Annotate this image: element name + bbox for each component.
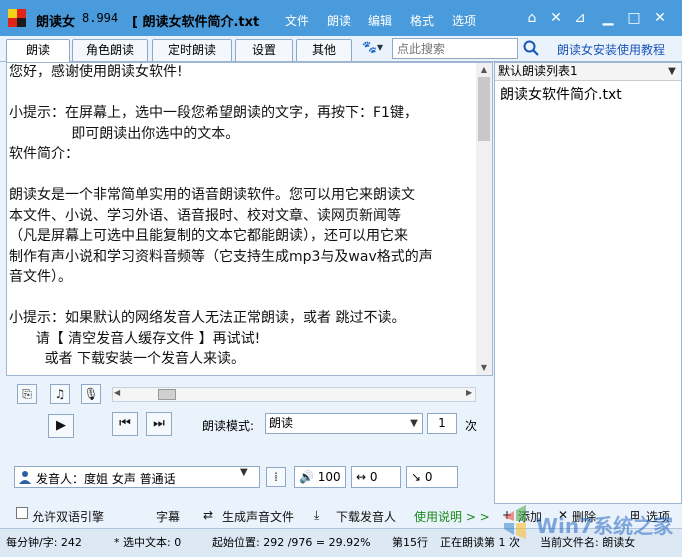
watermark-logo: Win7系统之家 (504, 505, 674, 539)
next-button[interactable]: ⏭ (146, 412, 172, 436)
slider-thumb[interactable] (158, 389, 176, 400)
pitch-value: 0 (424, 470, 433, 484)
download-voice-button[interactable]: 下载发音人 (336, 508, 396, 525)
user-icon (19, 471, 31, 484)
app-name: 朗读女 (36, 15, 76, 30)
scroll-down-icon[interactable]: ▼ (476, 361, 492, 375)
tab-other[interactable]: 其他 (296, 39, 352, 61)
repeat-count-input[interactable]: 1 (427, 413, 457, 434)
tab-timed-read[interactable]: 定时朗读 (152, 39, 232, 61)
gen-audio-button[interactable]: 生成声音文件 (222, 508, 294, 525)
tab-role-read[interactable]: 角色朗读 (72, 39, 148, 61)
music-note-icon[interactable]: ♫ (50, 384, 70, 404)
status-line: 第15行 (392, 536, 428, 549)
chevron-down-icon[interactable]: ▼ (240, 467, 248, 478)
search-icon[interactable] (523, 40, 539, 56)
menu-options[interactable]: 选项 (452, 12, 476, 29)
text-content[interactable]: 您好，感谢使用朗读女软件! 小提示：在屏幕上，选中一段您希望朗读的文字，再按下：… (9, 62, 473, 374)
tab-settings[interactable]: 设置 (235, 39, 293, 61)
slider-right-icon[interactable]: ▶ (466, 388, 472, 397)
svg-text:Win7系统之家: Win7系统之家 (536, 514, 674, 538)
document-title: [ 朗读女软件简介.txt (132, 15, 260, 30)
maximize-icon[interactable]: □ (626, 10, 642, 26)
paw-icon[interactable]: 🐾▾ (362, 40, 384, 58)
minimize-icon[interactable]: ▁ (600, 10, 616, 26)
play-button[interactable]: ▶ (48, 414, 74, 438)
mode-select[interactable]: 朗读 (265, 413, 423, 434)
help-link[interactable]: 使用说明 > > (414, 508, 490, 525)
close-icon[interactable]: ✕ (652, 10, 668, 26)
chevron-down-icon[interactable]: ▼ (406, 414, 422, 433)
voice-label: 发音人：度姐 女声 普通话 (36, 472, 176, 486)
microphone-icon[interactable]: 🎙 (81, 384, 101, 404)
status-selected: * 选中文本: 0 (114, 536, 182, 549)
playlist-selector[interactable]: 默认朗读列表1 (495, 63, 681, 81)
volume-icon: 🔊 (299, 470, 314, 484)
list-item[interactable]: 朗读女软件简介.txt (500, 84, 622, 104)
status-start-position: 起始位置: 292 /976 = 29.92% (212, 536, 371, 549)
playlist-pane (494, 62, 682, 504)
menu-format[interactable]: 格式 (410, 12, 434, 29)
tab-read[interactable]: 朗读 (6, 39, 70, 63)
app-logo-icon (8, 9, 26, 27)
pitch-field[interactable]: ↘ 0 (406, 466, 458, 488)
menu-edit[interactable]: 编辑 (368, 12, 392, 29)
tutorial-link[interactable]: 朗读女安装使用教程 (557, 41, 665, 58)
bilingual-checkbox[interactable] (16, 507, 28, 519)
tools-icon[interactable]: ✕ (548, 10, 564, 26)
repeat-unit-label: 次 (465, 419, 478, 433)
pin-icon[interactable]: ⊿ (572, 10, 588, 26)
home-icon[interactable]: ⌂ (524, 10, 540, 26)
bilingual-label: 允许双语引擎 (32, 510, 105, 524)
app-version: 8.994 (82, 11, 119, 25)
speed-icon: ↔ (356, 470, 367, 484)
menu-file[interactable]: 文件 (285, 12, 309, 29)
subtitle-button[interactable]: 字幕 (156, 508, 180, 525)
gen-audio-icon[interactable]: ⇄ (203, 508, 213, 522)
speed-field[interactable]: ↔ 0 (351, 466, 401, 488)
voice-settings-icon[interactable]: ⁞ (266, 467, 286, 487)
volume-field[interactable]: 🔊 100 (294, 466, 346, 488)
pitch-icon: ↘ (411, 470, 422, 484)
download-icon[interactable]: ⤓ (314, 508, 319, 523)
open-file-icon[interactable]: ⎘ (17, 384, 37, 404)
menu-read[interactable]: 朗读 (327, 12, 351, 29)
status-per-minute: 每分钟/字: 242 (6, 536, 82, 549)
search-input[interactable] (392, 38, 518, 59)
scrollbar-thumb[interactable] (478, 77, 490, 141)
speed-value: 0 (369, 470, 378, 484)
chevron-down-icon[interactable]: ▼ (664, 63, 680, 81)
previous-button[interactable]: ⏮ (112, 412, 138, 436)
mode-label: 朗读模式: (202, 419, 255, 433)
volume-value: 100 (317, 470, 341, 484)
slider-left-icon[interactable]: ◀ (114, 388, 120, 397)
scroll-up-icon[interactable]: ▲ (476, 63, 492, 77)
